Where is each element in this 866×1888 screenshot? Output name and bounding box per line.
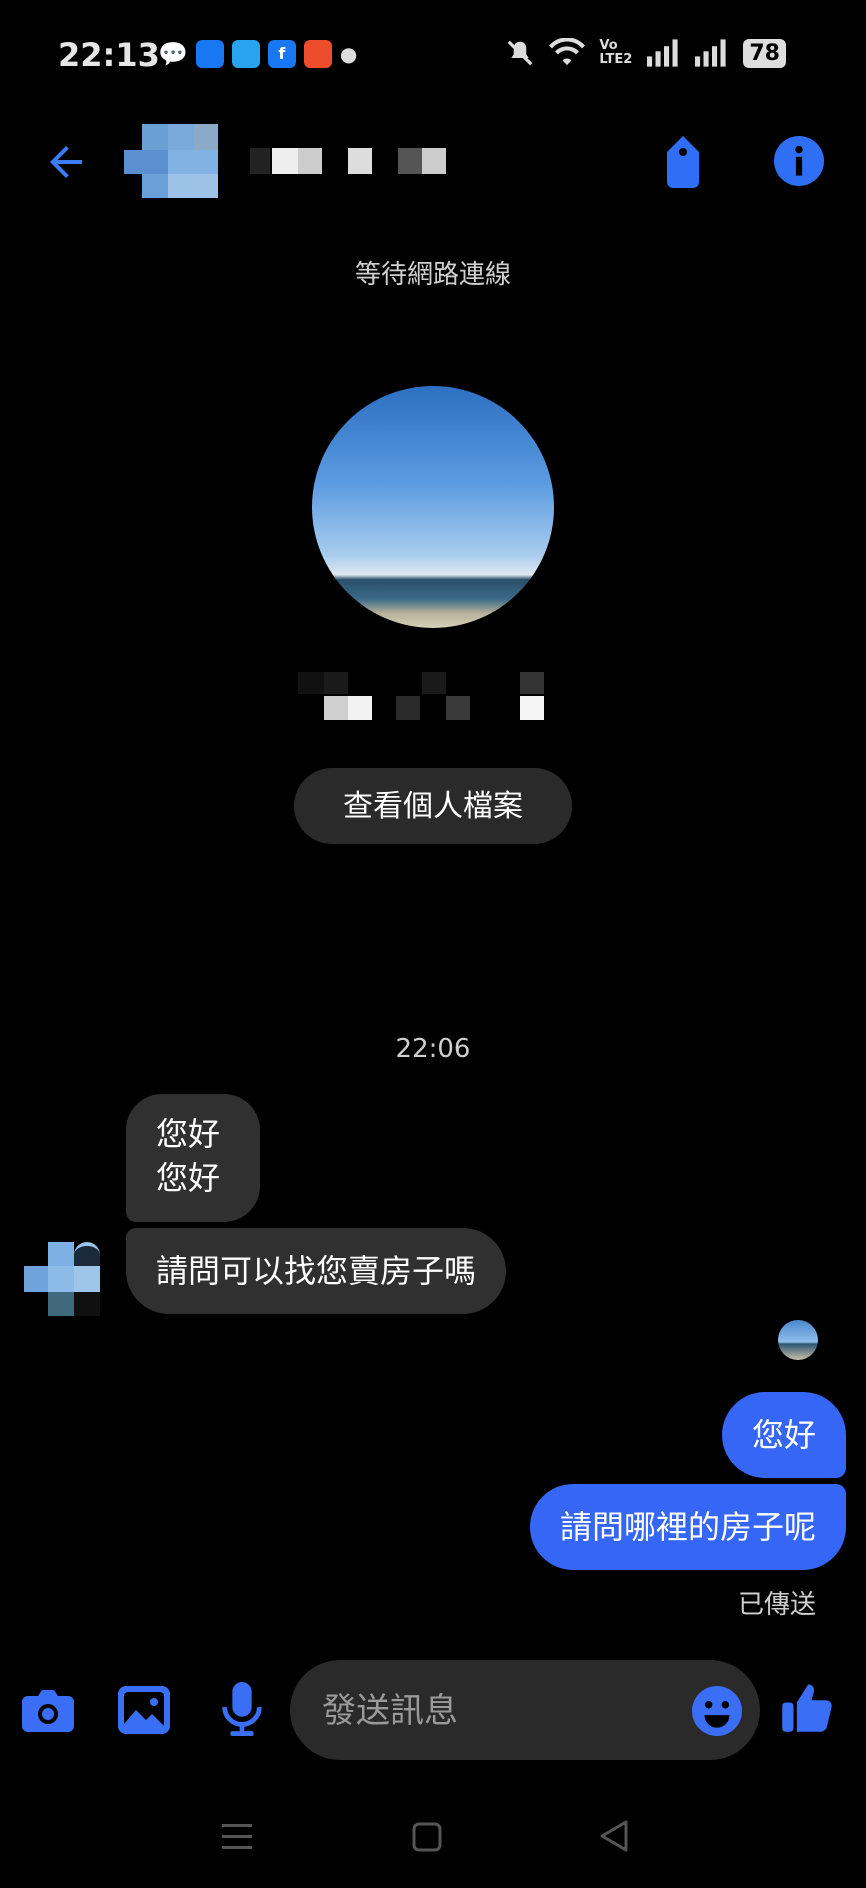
- notification-icons: 💬 f ●: [158, 40, 357, 68]
- microphone-icon[interactable]: [222, 1682, 262, 1736]
- tag-icon[interactable]: [662, 136, 704, 188]
- connection-status: 等待網路連線: [354, 260, 511, 290]
- chat-bubble-icon: 💬: [158, 40, 188, 68]
- outgoing-message[interactable]: 請問哪裡的房子呢: [529, 1484, 846, 1570]
- back-arrow-icon[interactable]: [42, 138, 90, 186]
- thumbs-up-icon[interactable]: [780, 1680, 834, 1734]
- wifi-icon: [549, 38, 586, 65]
- contact-avatar[interactable]: [124, 124, 224, 198]
- view-profile-button[interactable]: 查看個人檔案: [294, 768, 572, 844]
- silent-bell-icon: [508, 40, 533, 66]
- sender-avatar[interactable]: [24, 1242, 100, 1316]
- shopee-app-icon: [303, 40, 332, 68]
- emoji-icon[interactable]: [692, 1686, 742, 1736]
- signal-icon-2: [695, 39, 726, 67]
- gallery-icon[interactable]: [118, 1686, 170, 1734]
- network-label: Vo LTE2: [599, 38, 633, 67]
- battery-indicator: 78: [743, 38, 786, 68]
- facebook-app-icon: [195, 40, 224, 68]
- sent-status: 已傳送: [737, 1590, 816, 1620]
- incoming-message[interactable]: 您好 您好: [126, 1094, 260, 1222]
- nav-back-icon[interactable]: [598, 1818, 630, 1854]
- info-icon[interactable]: [774, 136, 824, 186]
- facebook-app-icon-2: f: [267, 40, 296, 68]
- more-dot-icon: ●: [339, 42, 358, 66]
- message-timestamp: 22:06: [395, 1034, 471, 1064]
- profile-name-redacted: [298, 672, 568, 720]
- profile-picture[interactable]: [312, 386, 554, 628]
- status-right: Vo LTE2 78: [505, 38, 786, 68]
- status-time: 22:13: [58, 36, 160, 74]
- nav-home-icon[interactable]: [412, 1820, 442, 1854]
- seen-indicator-avatar: [778, 1320, 818, 1360]
- contact-name-redacted[interactable]: [250, 148, 450, 174]
- incoming-message[interactable]: 請問可以找您賣房子嗎: [126, 1228, 507, 1314]
- outgoing-message[interactable]: 您好: [721, 1392, 846, 1478]
- signal-icon: [647, 39, 678, 67]
- music-app-icon: [231, 40, 260, 68]
- message-input[interactable]: [320, 1660, 664, 1762]
- message-composer[interactable]: [290, 1660, 760, 1762]
- camera-icon[interactable]: [20, 1686, 76, 1734]
- nav-menu-icon[interactable]: [222, 1820, 252, 1854]
